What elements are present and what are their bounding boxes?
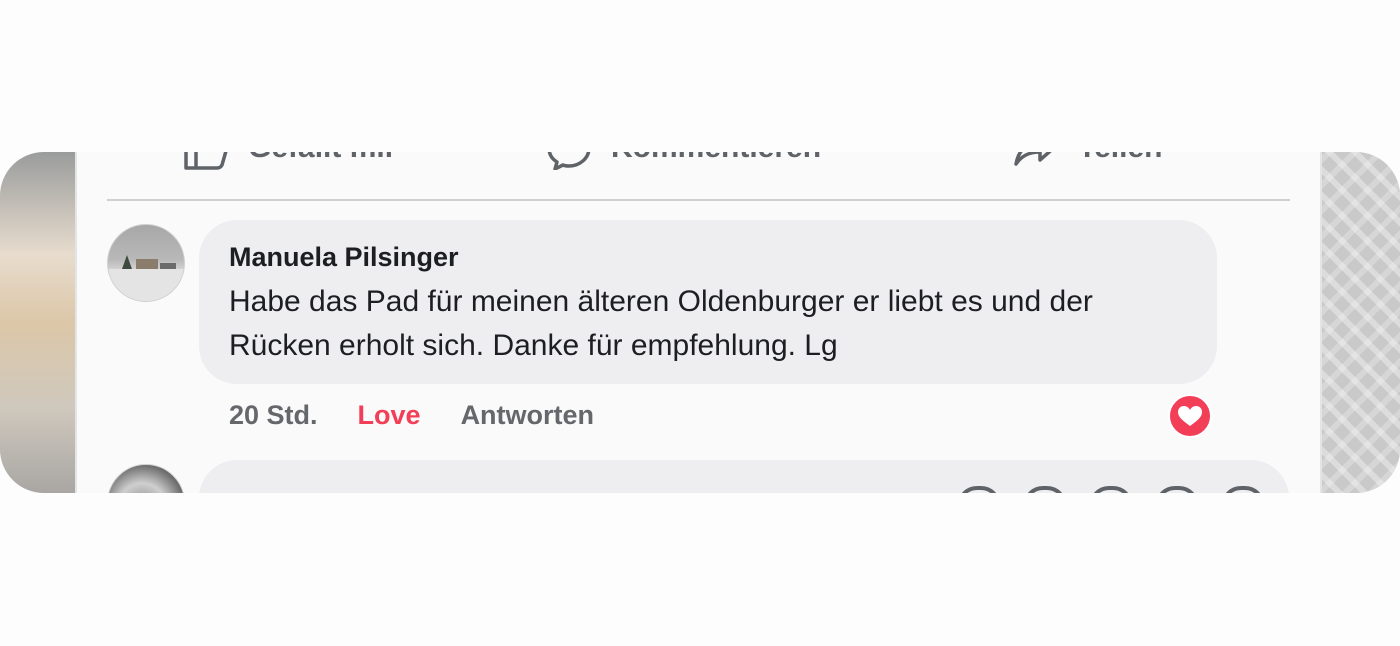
comment-text: Habe das Pad für meinen älteren Oldenbur…	[229, 285, 1093, 362]
avatar[interactable]	[107, 224, 185, 302]
like-label: Gefällt mir	[248, 152, 396, 165]
comment-label: Kommentieren	[611, 152, 821, 165]
comment-meta: 20 Std. Love Antworten	[229, 400, 594, 431]
share-button[interactable]: Teilen	[1012, 152, 1162, 170]
post-actions-bar: Gefällt mir Kommentieren Teilen	[77, 152, 1320, 176]
post-panel: Gefällt mir Kommentieren Teilen	[75, 152, 1322, 493]
share-label: Teilen	[1078, 152, 1162, 165]
share-arrow-icon	[1014, 152, 1052, 166]
comment-timestamp[interactable]: 20 Std.	[229, 400, 318, 431]
comment-input-icons	[957, 486, 1265, 493]
heart-icon[interactable]	[1167, 393, 1213, 439]
next-comment-input[interactable]	[199, 460, 1289, 493]
gif-icon[interactable]	[1089, 486, 1133, 493]
reply-link[interactable]: Antworten	[461, 400, 594, 431]
comment-button[interactable]: Kommentieren	[545, 152, 821, 170]
actions-divider	[107, 199, 1290, 201]
comment-author[interactable]: Manuela Pilsinger	[229, 242, 459, 273]
love-reaction-link[interactable]: Love	[358, 400, 421, 431]
avatar-sticker-icon[interactable]	[1221, 486, 1265, 493]
winter-landscape-photo	[108, 255, 184, 301]
emoji-icon[interactable]	[957, 486, 1001, 493]
background-image-left	[0, 152, 80, 493]
like-button[interactable]: Gefällt mir	[182, 152, 396, 170]
thumbs-up-icon	[184, 152, 228, 170]
avatar[interactable]	[107, 464, 185, 493]
speech-bubble-icon	[547, 152, 591, 170]
facebook-post-card: Gefällt mir Kommentieren Teilen	[0, 152, 1400, 493]
sticker-icon[interactable]	[1155, 486, 1199, 493]
comment-bubble: Manuela Pilsinger Habe das Pad für meine…	[199, 220, 1217, 384]
background-pattern-right	[1310, 152, 1400, 493]
camera-icon[interactable]	[1023, 486, 1067, 493]
